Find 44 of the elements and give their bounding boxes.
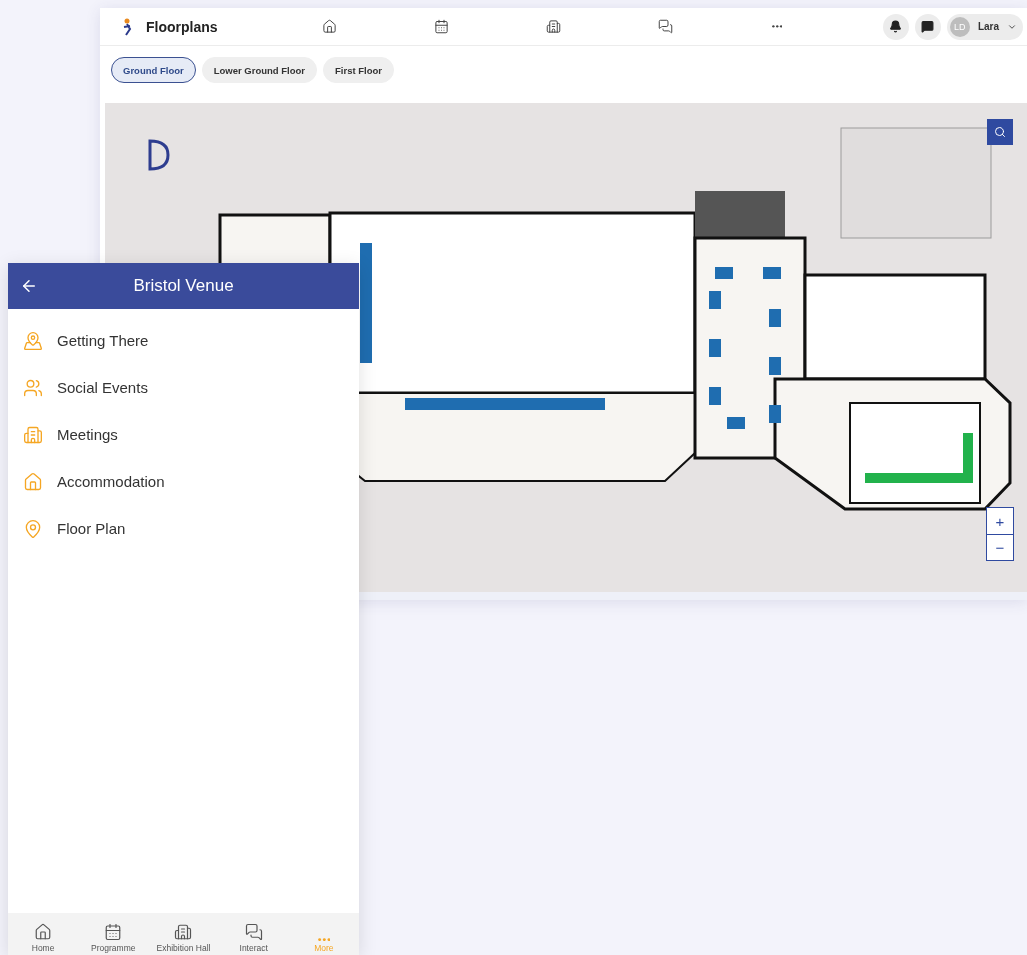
chat-icon [657, 19, 673, 34]
map-icon [23, 330, 43, 351]
building-icon [545, 19, 561, 34]
menu-item[interactable]: Meetings [8, 411, 359, 458]
menu-label: Getting There [57, 332, 149, 349]
calendar-icon [104, 923, 123, 941]
bottom-nav-item[interactable]: Interact [218, 913, 289, 955]
screen-title: Bristol Venue [132, 276, 235, 296]
more-icon [771, 25, 783, 28]
menu-label: Accommodation [57, 473, 165, 490]
menu-item[interactable]: Getting There [8, 317, 359, 364]
message-icon [921, 20, 935, 33]
bottom-nav-item[interactable]: Exhibition Hall [148, 913, 219, 955]
home-icon [34, 923, 53, 941]
home-icon [321, 19, 337, 34]
calendar-icon [433, 19, 449, 34]
menu-item[interactable]: Accommodation [8, 458, 359, 505]
pin-icon [23, 518, 43, 539]
menu-item[interactable]: Floor Plan [8, 505, 359, 552]
menu-label: Meetings [57, 426, 118, 443]
home-icon [23, 471, 43, 492]
menu-label: Social Events [57, 379, 148, 396]
building-icon [23, 424, 43, 445]
user-name: Lara [977, 21, 999, 32]
people-icon [23, 377, 43, 398]
chat-icon [244, 923, 263, 941]
building-icon [174, 923, 193, 941]
notifications-button[interactable] [882, 13, 909, 40]
user-avatar: LD [949, 16, 970, 37]
bottom-nav-item[interactable]: Home [8, 913, 79, 955]
bottom-nav-item[interactable]: Programme [78, 913, 149, 955]
menu-label: Floor Plan [57, 520, 126, 537]
floor-tab[interactable]: Lower Ground Floor [201, 57, 317, 83]
search-button[interactable] [987, 119, 1013, 145]
bell-icon [889, 20, 903, 33]
messages-button[interactable] [914, 13, 941, 40]
menu-item[interactable]: Social Events [8, 364, 359, 411]
search-icon [994, 126, 1006, 138]
more-icon [317, 937, 331, 941]
logo-icon [122, 17, 132, 36]
page-title: Floorplans [146, 18, 218, 35]
floor-tab[interactable]: Ground Floor [111, 57, 196, 83]
user-menu-button[interactable]: LD Lara [946, 13, 1023, 40]
floor-tab[interactable]: First Floor [323, 57, 394, 83]
